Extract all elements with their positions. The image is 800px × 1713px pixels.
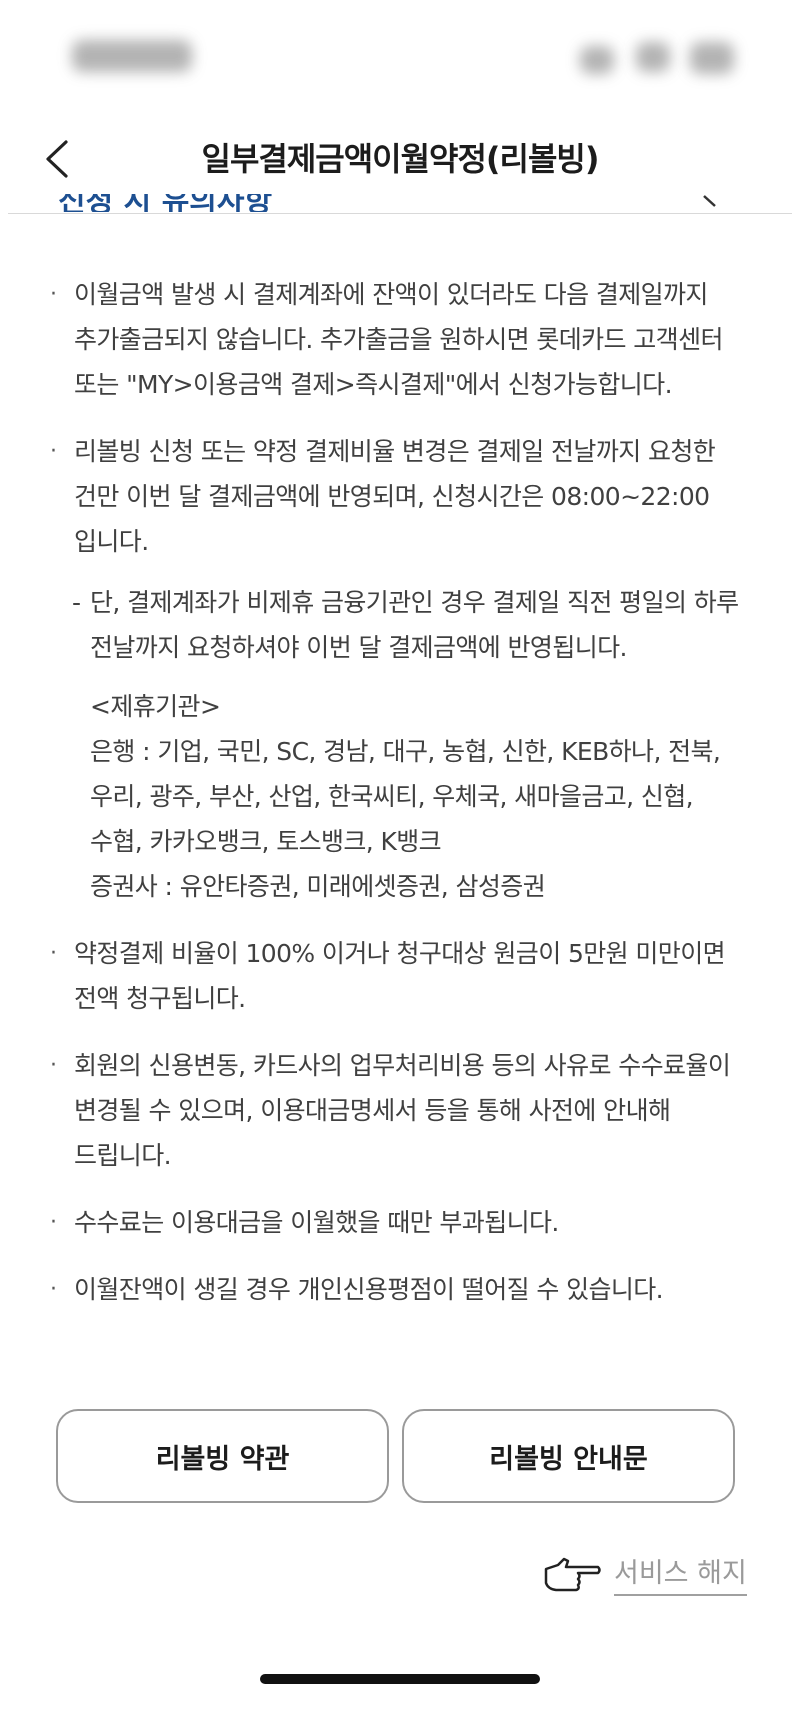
status-time xyxy=(72,40,192,72)
page-title: 일부결제금액이월약정(리볼빙) xyxy=(201,140,600,178)
service-cancel-link[interactable]: 서비스 해지 xyxy=(542,1550,747,1596)
signal-icon xyxy=(580,46,614,74)
bullet-dot-icon: · xyxy=(50,1210,57,1235)
partners-heading: <제휴기관> xyxy=(90,692,221,721)
partner-institutions: <제휴기관> 은행 : 기업, 국민, SC, 경남, 대구, 농협, 신한, … xyxy=(50,684,750,909)
section-heading: 신청 시 유의사항 xyxy=(58,194,273,212)
status-bar xyxy=(0,0,800,120)
notice-item: · 이월잔액이 생길 경우 개인신용평점이 떨어질 수 있습니다. xyxy=(50,1267,750,1312)
revolving-guide-button[interactable]: 리볼빙 안내문 xyxy=(402,1409,735,1503)
action-buttons: 리볼빙 약관 리볼빙 안내문 xyxy=(56,1409,738,1505)
bullet-dot-icon: · xyxy=(50,439,57,464)
battery-icon xyxy=(690,42,734,74)
notice-item: · 이월금액 발생 시 결제계좌에 잔액이 있더라도 다음 결제일까지 추가출금… xyxy=(50,272,750,407)
bullet-dot-icon: · xyxy=(50,1277,57,1302)
dash-icon: - xyxy=(72,588,81,617)
bullet-dot-icon: · xyxy=(50,282,57,307)
bullet-dot-icon: · xyxy=(50,941,57,966)
partner-securities: 증권사 : 유안타증권, 미래에셋증권, 삼성증권 xyxy=(90,872,546,901)
chevron-up-icon[interactable] xyxy=(700,194,730,212)
partner-banks: 은행 : 기업, 국민, SC, 경남, 대구, 농협, 신한, KEB하나, … xyxy=(90,737,721,856)
service-cancel-label[interactable]: 서비스 해지 xyxy=(614,1551,747,1596)
pointing-hand-icon xyxy=(544,1557,601,1592)
notice-item: · 리볼빙 신청 또는 약정 결제비율 변경은 결제일 전날까지 요청한 건만 … xyxy=(50,429,750,564)
sub-notice: - 단, 결제계좌가 비제휴 금융기관인 경우 결제일 직전 평일의 하루 전날… xyxy=(50,580,750,670)
notice-item: · 수수료는 이용대금을 이월했을 때만 부과됩니다. xyxy=(50,1200,750,1245)
notice-list: · 이월금액 발생 시 결제계좌에 잔액이 있더라도 다음 결제일까지 추가출금… xyxy=(50,272,750,1334)
wifi-icon xyxy=(636,42,670,72)
header-divider xyxy=(8,213,792,214)
notice-item: · 회원의 신용변동, 카드사의 업무처리비용 등의 사유로 수수료율이 변경될… xyxy=(50,1043,750,1178)
notice-item: · 약정결제 비율이 100% 이거나 청구대상 원금이 5만원 미만이면 전액… xyxy=(50,931,750,1021)
home-indicator xyxy=(260,1674,540,1684)
revolving-terms-button[interactable]: 리볼빙 약관 xyxy=(56,1409,389,1503)
bullet-dot-icon: · xyxy=(50,1053,57,1078)
